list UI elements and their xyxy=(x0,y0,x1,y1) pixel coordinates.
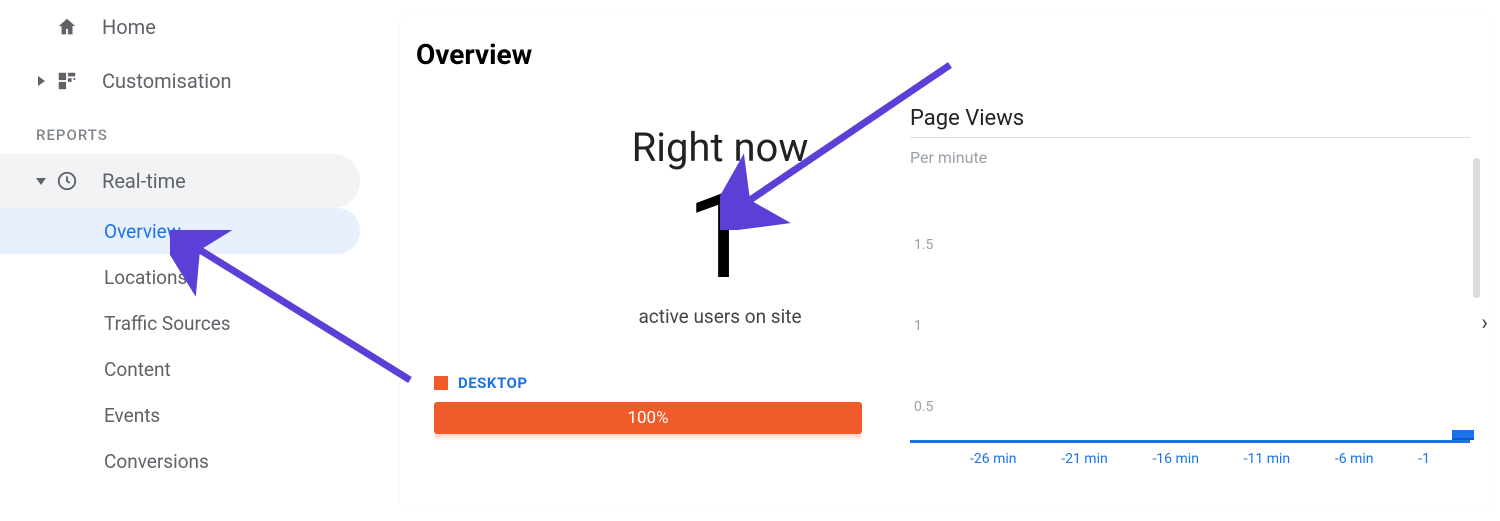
sidebar-item-home[interactable]: Home xyxy=(0,0,390,54)
y-tick: 1.5 xyxy=(914,237,933,253)
sidebar-subitem-events[interactable]: Events xyxy=(0,392,390,438)
section-header-reports: REPORTS xyxy=(0,108,390,154)
right-now-heading: Right now xyxy=(530,124,910,171)
sidebar-subitem-label: Content xyxy=(104,358,171,381)
sidebar-subitem-locations[interactable]: Locations xyxy=(0,254,390,300)
device-percent-bar-label: 100% xyxy=(627,408,668,428)
active-users-count: 1 xyxy=(530,177,910,297)
x-tick: -26 min xyxy=(970,451,1017,467)
bar-shadow xyxy=(434,434,862,441)
sidebar-subitem-label: Events xyxy=(104,404,160,427)
chart-x-labels: -26 min -21 min -16 min -11 min -6 min -… xyxy=(910,451,1470,467)
x-tick: -21 min xyxy=(1061,451,1108,467)
expand-icon xyxy=(36,76,46,86)
sidebar-subitem-label: Locations xyxy=(104,266,187,289)
sidebar-item-label: Real-time xyxy=(102,169,186,193)
legend-swatch-desktop xyxy=(434,376,448,390)
device-percent-bar-fill: 100% xyxy=(434,402,862,434)
sidebar: Home Customisation REPORTS Real-time Ove… xyxy=(0,0,390,521)
y-tick: 1 xyxy=(914,318,922,334)
main-panel: Overview Right now 1 active users on sit… xyxy=(400,14,1490,509)
chart-bar-last xyxy=(1452,430,1474,440)
device-legend: DESKTOP xyxy=(434,374,528,392)
clock-icon xyxy=(52,170,82,192)
chart-x-axis xyxy=(910,440,1470,443)
x-tick: -16 min xyxy=(1152,451,1199,467)
active-users-caption: active users on site xyxy=(530,305,910,328)
chart-title: Page Views xyxy=(910,106,1470,131)
device-percent-bar: 100% xyxy=(434,402,862,434)
dashboard-icon xyxy=(52,70,82,92)
sidebar-subitem-content[interactable]: Content xyxy=(0,346,390,392)
collapse-icon xyxy=(36,178,46,185)
page-title: Overview xyxy=(416,38,532,71)
sidebar-item-label: Home xyxy=(102,15,156,39)
y-tick: 0.5 xyxy=(914,399,933,415)
chart-next-icon[interactable]: › xyxy=(1481,311,1488,336)
home-icon xyxy=(52,16,82,38)
chart-plot-area: 1.5 1 0.5 -26 min -21 min -16 min -11 mi… xyxy=(910,173,1470,473)
chart-scrollbar-thumb[interactable] xyxy=(1473,158,1480,298)
sidebar-subitem-conversions[interactable]: Conversions xyxy=(0,438,390,484)
x-tick: -6 min xyxy=(1335,451,1374,467)
sidebar-subitem-label: Overview xyxy=(104,220,181,243)
chart-subtitle: Per minute xyxy=(910,137,1470,173)
sidebar-item-realtime[interactable]: Real-time xyxy=(0,154,360,208)
sidebar-subitem-overview[interactable]: Overview xyxy=(0,208,360,254)
right-now-block: Right now 1 active users on site xyxy=(530,124,910,328)
sidebar-item-customisation[interactable]: Customisation xyxy=(0,54,390,108)
realtime-subnav: Overview Locations Traffic Sources Conte… xyxy=(0,208,390,484)
sidebar-subitem-label: Traffic Sources xyxy=(104,312,231,335)
sidebar-subitem-traffic-sources[interactable]: Traffic Sources xyxy=(0,300,390,346)
sidebar-subitem-label: Conversions xyxy=(104,450,209,473)
x-tick: -11 min xyxy=(1244,451,1291,467)
pageviews-chart: Page Views Per minute 1.5 1 0.5 -26 min … xyxy=(910,106,1470,486)
x-tick: -1 xyxy=(1418,451,1430,467)
legend-label-desktop[interactable]: DESKTOP xyxy=(458,374,528,392)
sidebar-item-label: Customisation xyxy=(102,69,232,93)
